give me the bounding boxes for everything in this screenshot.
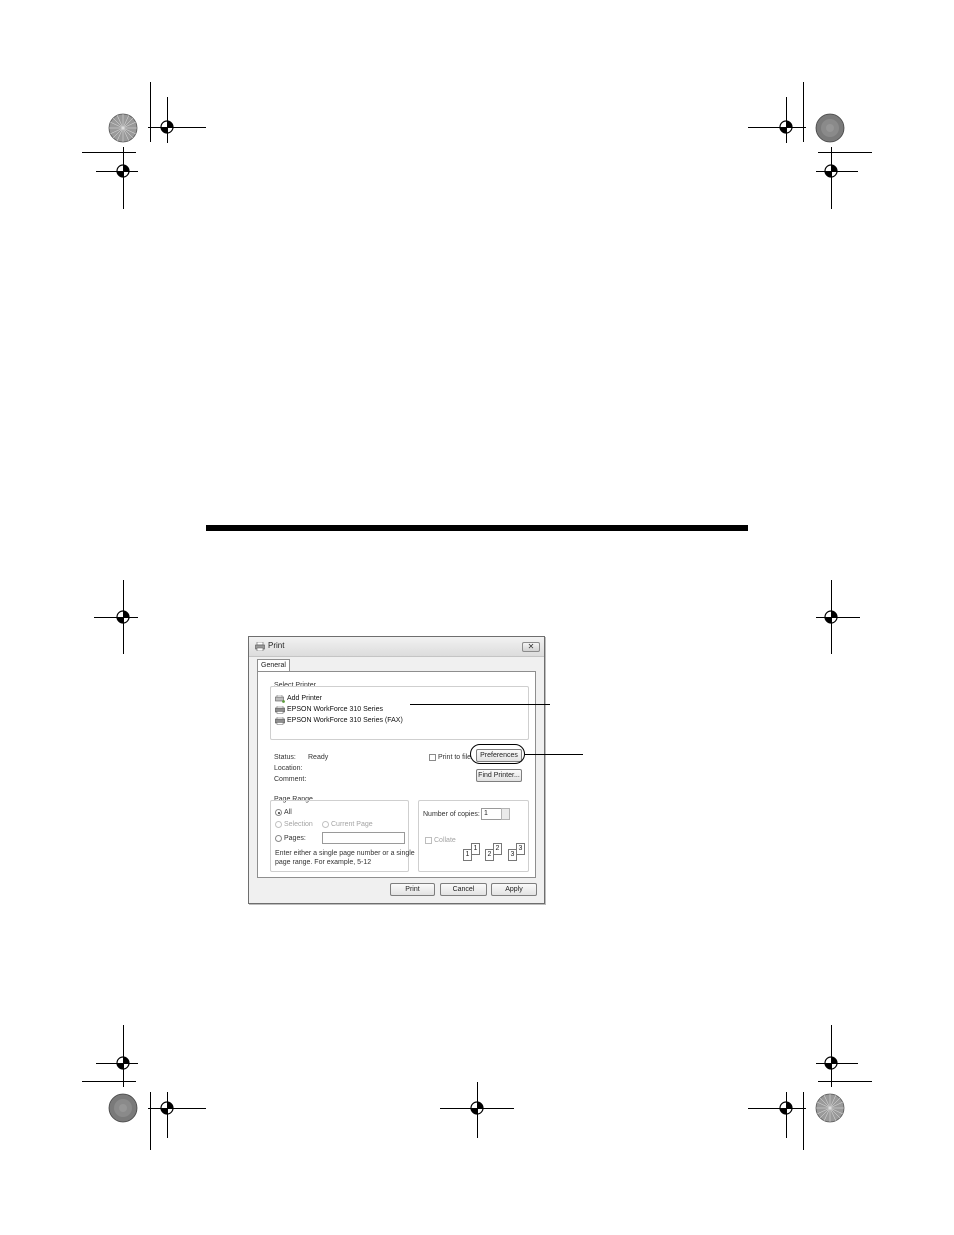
copies-input[interactable]: 1 (481, 808, 502, 820)
crop-line (786, 97, 787, 143)
section-rule (206, 525, 748, 531)
radio-all[interactable] (275, 809, 282, 816)
crop-line (477, 1082, 478, 1138)
crop-starburst-bottom-left-icon (108, 1093, 138, 1123)
radio-current-page[interactable] (322, 821, 329, 828)
crop-line (803, 82, 804, 142)
crop-line (148, 127, 206, 128)
crop-line (150, 82, 151, 142)
crop-starburst-top-right-icon (815, 113, 845, 143)
printer-name: EPSON WorkForce 310 Series (FAX) (287, 717, 403, 724)
printer-list: Add Printer EPSON WorkForce 310 Series E… (270, 686, 529, 740)
print-to-file-label: Print to file (438, 754, 472, 761)
location-label: Location: (274, 765, 303, 772)
print-to-file-checkbox[interactable] (429, 754, 436, 761)
crop-line (748, 127, 806, 128)
page-icon: 1 (471, 843, 480, 855)
preferences-callout-line (525, 754, 583, 755)
radio-selection-label: Selection (284, 821, 313, 828)
crop-line (94, 617, 138, 618)
printer-icon (275, 706, 285, 714)
crop-line (748, 1108, 806, 1109)
page-icon: 2 (493, 843, 502, 855)
crop-line (831, 1025, 832, 1087)
crop-line (167, 97, 168, 143)
crop-line (150, 1092, 151, 1150)
cancel-button[interactable]: Cancel (440, 883, 487, 896)
page-range-hint: page range. For example, 5-12 (275, 859, 372, 866)
radio-pages[interactable] (275, 835, 282, 842)
collate-checkbox[interactable] (425, 837, 432, 844)
crop-line (440, 1108, 514, 1109)
crop-line (786, 1092, 787, 1138)
crop-line (816, 617, 860, 618)
apply-button[interactable]: Apply (491, 883, 537, 896)
radio-current-page-label: Current Page (331, 821, 373, 828)
crop-line (816, 1063, 858, 1064)
status-value: Ready (308, 754, 329, 761)
copies-group: Number of copies: 1 Collate 1 1 2 2 3 3 (418, 800, 529, 872)
crop-line (831, 147, 832, 209)
crop-line (803, 1092, 804, 1150)
comment-label: Comment: (274, 776, 307, 783)
find-printer-button[interactable]: Find Printer... (476, 769, 522, 782)
crop-line (96, 171, 138, 172)
crop-starburst-top-left-icon (108, 113, 138, 143)
radio-pages-label: Pages: (284, 835, 306, 842)
radio-selection[interactable] (275, 821, 282, 828)
printer-name: EPSON WorkForce 310 Series (287, 706, 383, 713)
status-label: Status: (274, 754, 296, 761)
printer-callout-line (410, 704, 550, 705)
page-icon: 3 (516, 843, 525, 855)
dialog-titlebar[interactable]: Print ✕ (249, 637, 544, 657)
printer-icon (255, 642, 265, 651)
printer-item-epson-fax[interactable]: EPSON WorkForce 310 Series (FAX) (275, 716, 425, 726)
page-range-hint: Enter either a single page number or a s… (275, 850, 415, 857)
copies-label: Number of copies: (423, 811, 480, 818)
page-range-group: All Selection Current Page Pages: Enter … (270, 800, 415, 872)
collate-illustration: 1 1 2 2 3 3 (463, 838, 527, 866)
printer-name: Add Printer (287, 695, 323, 702)
close-icon: ✕ (527, 642, 535, 651)
copies-stepper[interactable] (501, 808, 510, 820)
pages-input[interactable] (322, 832, 405, 844)
general-panel: Select Printer Add Printer EPSON WorkFor… (257, 671, 536, 878)
add-printer-icon (275, 695, 285, 703)
fax-printer-icon (275, 717, 285, 725)
crop-line (816, 171, 858, 172)
close-button[interactable]: ✕ (522, 642, 540, 652)
crop-line (148, 1108, 206, 1109)
print-button[interactable]: Print (390, 883, 435, 896)
printer-item-add[interactable]: Add Printer (275, 694, 415, 704)
preferences-callout-ring (470, 744, 525, 764)
crop-line (82, 1081, 136, 1082)
crop-starburst-bottom-right-icon (815, 1093, 845, 1123)
collate-label: Collate (434, 837, 456, 844)
printer-item-epson[interactable]: EPSON WorkForce 310 Series (275, 705, 415, 715)
crop-line (818, 1081, 872, 1082)
crop-line (167, 1092, 168, 1138)
crop-line (82, 152, 136, 153)
radio-all-label: All (284, 809, 292, 816)
dialog-title: Print (268, 641, 285, 650)
crop-line (123, 147, 124, 209)
print-dialog: Print ✕ General Select Printer Add Print… (248, 636, 545, 904)
crop-line (123, 1025, 124, 1087)
crop-line (818, 152, 872, 153)
crop-line (96, 1063, 138, 1064)
